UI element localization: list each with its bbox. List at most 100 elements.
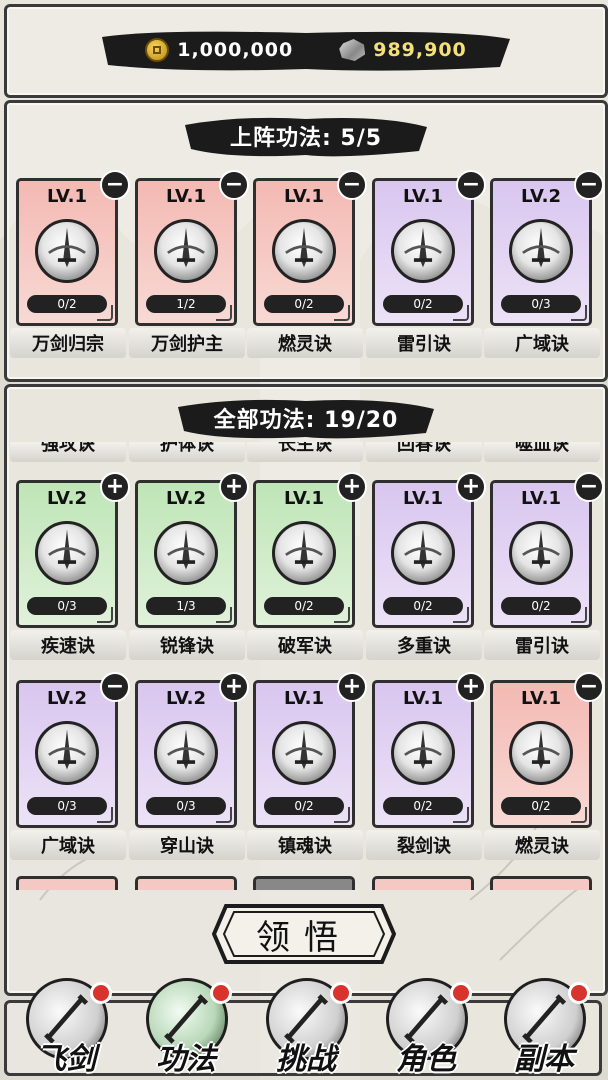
skill-card[interactable]: LV.1 0/2 + 破军诀 xyxy=(247,472,367,660)
nav-item[interactable]: 角色 xyxy=(378,978,474,1078)
skill-progress: 0/2 xyxy=(501,597,581,615)
skill-name: 雷引诀 xyxy=(366,328,482,358)
skill-name: 裂剑诀 xyxy=(366,830,482,860)
skill-name: 万剑归宗 xyxy=(10,328,126,358)
skill-name: 广域诀 xyxy=(484,328,600,358)
swirl-guard-icon xyxy=(154,219,218,283)
burst-sword-icon xyxy=(391,721,455,785)
remove-skill-button[interactable]: − xyxy=(337,170,367,200)
skill-card[interactable]: LV.1 0/2 + 镇魂诀 xyxy=(247,672,367,860)
skill-progress: 1/3 xyxy=(146,597,226,615)
add-skill-button[interactable]: + xyxy=(337,672,367,702)
add-skill-button[interactable]: + xyxy=(219,472,249,502)
learn-button[interactable]: 领悟 xyxy=(212,904,396,964)
skill-card[interactable]: LV.1 0/2 − 万剑归宗 xyxy=(10,170,130,358)
skill-name: 锐锋诀 xyxy=(129,630,245,660)
skill-card[interactable]: LV.1 0/2 − 雷引诀 xyxy=(366,170,486,358)
nav-label: 副本 xyxy=(514,1042,574,1077)
card-corner-ornament xyxy=(97,807,113,823)
equipped-title-banner: 上阵功法: 5/5 xyxy=(181,113,431,159)
skill-progress: 0/2 xyxy=(27,295,107,313)
skill-card-frame: LV.1 0/2 xyxy=(372,178,474,326)
skill-name: 燃灵诀 xyxy=(484,830,600,860)
nav-item[interactable]: 挑战 xyxy=(258,978,354,1078)
skill-card[interactable]: LV.1 0/2 − 雷引诀 xyxy=(484,472,604,660)
card-corner-ornament xyxy=(571,607,587,623)
thunder-sword-icon xyxy=(391,219,455,283)
skill-progress: 1/2 xyxy=(146,295,226,313)
remove-skill-button[interactable]: − xyxy=(100,170,130,200)
skill-card[interactable]: LV.2 0/3 + 穿山诀 xyxy=(129,672,249,860)
remove-skill-button[interactable]: − xyxy=(100,672,130,702)
multi-sword-icon xyxy=(391,521,455,585)
add-skill-button[interactable]: + xyxy=(337,472,367,502)
skill-name-clipped: 长生诀 xyxy=(247,442,363,462)
remove-skill-button[interactable]: − xyxy=(456,170,486,200)
card-corner-ornament xyxy=(334,807,350,823)
nav-item[interactable]: 功法 xyxy=(138,978,234,1078)
skill-progress: 0/2 xyxy=(264,295,344,313)
skill-card[interactable]: LV.2 0/3 − 广域诀 xyxy=(484,170,604,358)
skill-card-frame: LV.2 0/3 xyxy=(16,680,118,828)
skill-card[interactable]: LV.1 0/2 − 燃灵诀 xyxy=(484,672,604,860)
skill-name: 破军诀 xyxy=(247,630,363,660)
skill-card-partial xyxy=(372,876,474,890)
skill-card[interactable]: LV.1 0/2 + 多重诀 xyxy=(366,472,486,660)
skill-card-partial xyxy=(490,876,592,890)
card-corner-ornament xyxy=(453,807,469,823)
add-skill-button[interactable]: + xyxy=(100,472,130,502)
skill-card-frame: LV.1 0/2 xyxy=(372,680,474,828)
skill-card-partial xyxy=(135,876,237,890)
skill-card[interactable]: LV.1 0/2 − 燃灵诀 xyxy=(247,170,367,358)
notification-dot xyxy=(210,982,232,1004)
skill-name: 广域诀 xyxy=(10,830,126,860)
add-skill-button[interactable]: + xyxy=(219,672,249,702)
skill-card[interactable]: LV.1 1/2 − 万剑护主 xyxy=(129,170,249,358)
remove-skill-button[interactable]: − xyxy=(574,472,604,502)
skill-name-clipped: 强攻诀 xyxy=(10,442,126,462)
flame-sword-icon xyxy=(509,721,573,785)
coin-amount: 1,000,000 xyxy=(177,39,294,61)
skill-progress: 0/2 xyxy=(383,597,463,615)
all-title: 全部功法: 19/20 xyxy=(213,408,399,433)
nav-item[interactable]: 飞剑 xyxy=(18,978,114,1078)
add-skill-button[interactable]: + xyxy=(456,672,486,702)
skill-card[interactable]: LV.2 0/3 − 广域诀 xyxy=(10,672,130,860)
skill-card[interactable]: LV.2 1/3 + 锐锋诀 xyxy=(129,472,249,660)
nav-label: 飞剑 xyxy=(36,1042,96,1077)
skill-card-frame: LV.1 0/2 xyxy=(253,680,355,828)
remove-skill-button[interactable]: − xyxy=(219,170,249,200)
card-corner-ornament xyxy=(571,807,587,823)
card-corner-ornament xyxy=(216,807,232,823)
triple-sword-icon xyxy=(35,521,99,585)
card-corner-ornament xyxy=(216,305,232,321)
skill-name: 镇魂诀 xyxy=(247,830,363,860)
card-corner-ornament xyxy=(571,305,587,321)
skill-card-frame: LV.2 0/3 xyxy=(135,680,237,828)
skill-progress: 0/2 xyxy=(383,797,463,815)
card-corner-ornament xyxy=(453,607,469,623)
nav-item[interactable]: 副本 xyxy=(496,978,592,1078)
skill-name: 疾速诀 xyxy=(10,630,126,660)
shatter-sword-icon xyxy=(272,521,336,585)
remove-skill-button[interactable]: − xyxy=(574,170,604,200)
skill-card-frame: LV.1 0/2 xyxy=(490,680,592,828)
skill-name: 穿山诀 xyxy=(129,830,245,860)
add-skill-button[interactable]: + xyxy=(456,472,486,502)
skill-progress: 0/3 xyxy=(27,597,107,615)
card-corner-ornament xyxy=(216,607,232,623)
seal-sword-icon xyxy=(272,721,336,785)
skill-name: 多重诀 xyxy=(366,630,482,660)
skill-progress: 0/3 xyxy=(27,797,107,815)
skill-name-clipped: 护体诀 xyxy=(129,442,245,462)
skill-name: 燃灵诀 xyxy=(247,328,363,358)
remove-skill-button[interactable]: − xyxy=(574,672,604,702)
skill-progress: 0/2 xyxy=(383,295,463,313)
sword-orb-icon xyxy=(35,219,99,283)
skill-card-frame: LV.1 0/2 xyxy=(372,480,474,628)
skill-card[interactable]: LV.1 0/2 + 裂剑诀 xyxy=(366,672,486,860)
skill-card[interactable]: LV.2 0/3 + 疾速诀 xyxy=(10,472,130,660)
notification-dot xyxy=(330,982,352,1004)
skill-name: 雷引诀 xyxy=(484,630,600,660)
learn-button-label: 领悟 xyxy=(256,917,352,958)
